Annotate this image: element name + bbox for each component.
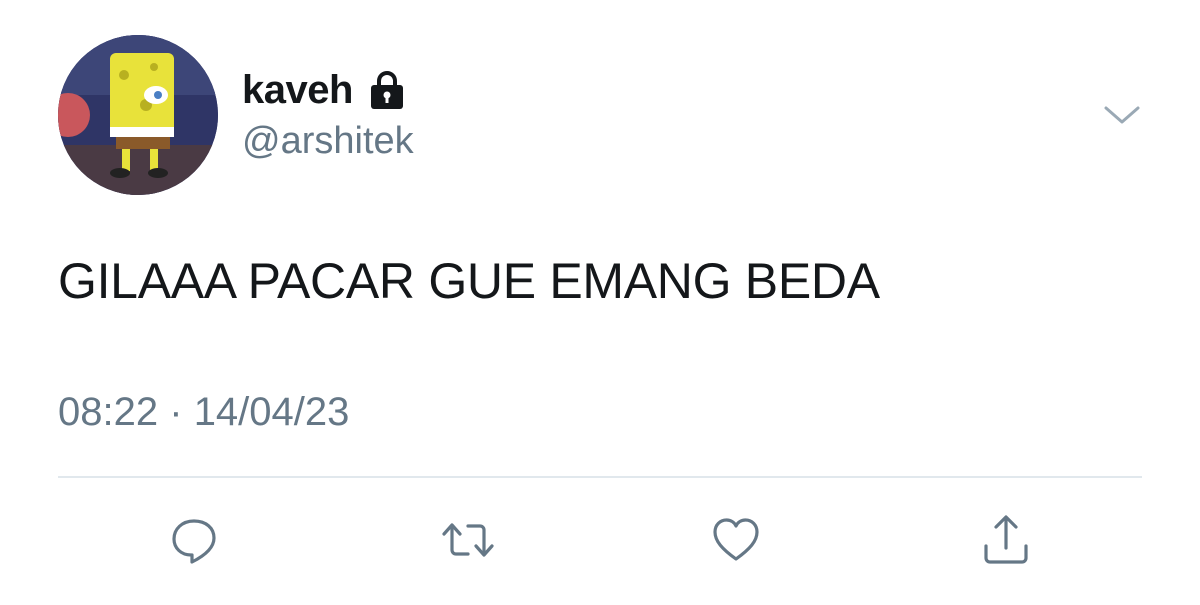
- user-handle[interactable]: @arshitek: [242, 120, 414, 163]
- retweet-icon: [442, 523, 494, 557]
- user-name-row: kaveh: [242, 64, 409, 116]
- avatar[interactable]: [58, 35, 218, 195]
- timestamp-separator: ·: [169, 390, 183, 434]
- tweet-timestamp[interactable]: 08:22 · 14/04/23: [58, 390, 349, 435]
- tweet-text: GILAAA PACAR GUE EMANG BEDA: [58, 253, 880, 309]
- heart-icon: [713, 518, 759, 561]
- display-name[interactable]: kaveh: [242, 68, 353, 113]
- retweet-button[interactable]: [438, 510, 498, 570]
- avatar-image: [58, 35, 218, 195]
- tweet-card: kaveh @arshitek GILAAA PACAR GUE EMANG B…: [0, 0, 1200, 605]
- lock-icon: [365, 68, 409, 112]
- reply-icon: [172, 519, 216, 564]
- share-button[interactable]: [976, 510, 1036, 570]
- chevron-down-icon[interactable]: [1100, 100, 1144, 130]
- tweet-time: 08:22: [58, 390, 159, 434]
- like-button[interactable]: [706, 510, 766, 570]
- action-bar: [0, 510, 1200, 570]
- share-icon: [984, 515, 1028, 564]
- divider: [58, 476, 1142, 478]
- tweet-date: 14/04/23: [193, 390, 350, 434]
- reply-button[interactable]: [164, 510, 224, 570]
